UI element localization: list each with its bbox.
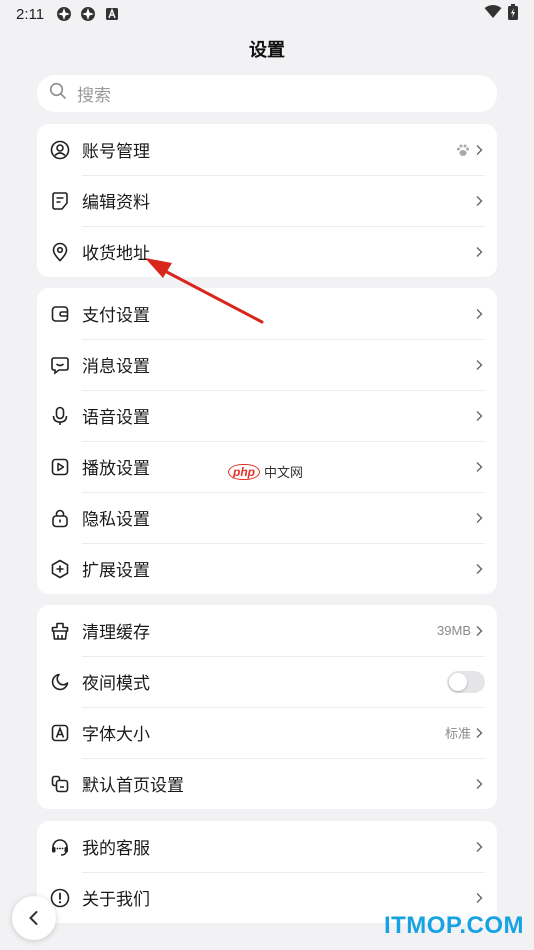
settings-item-privacy[interactable]: 隐私设置 — [37, 492, 497, 543]
settings-item-label: 编辑资料 — [82, 193, 150, 213]
cache-size-value: 39MB — [437, 623, 471, 638]
chevron-right-icon — [476, 892, 483, 903]
settings-item-default-home[interactable]: 默认首页设置 — [37, 758, 497, 809]
chevron-right-icon — [476, 778, 483, 789]
moon-icon — [49, 671, 71, 693]
settings-item-voice[interactable]: 语音设置 — [37, 390, 497, 441]
settings-item-night-mode[interactable]: 夜间模式 — [37, 656, 497, 707]
settings-item-label: 默认首页设置 — [82, 776, 184, 796]
page-title: 设置 — [249, 40, 285, 61]
settings-item-label: 夜间模式 — [82, 674, 150, 694]
chevron-left-icon — [29, 911, 38, 925]
battery-charging-icon — [508, 4, 518, 24]
user-circle-icon — [49, 139, 71, 161]
php-badge: php — [228, 463, 260, 480]
settings-item-label: 语音设置 — [82, 408, 150, 428]
settings-item-label: 支付设置 — [82, 306, 150, 326]
preferences-section: 支付设置 消息设置 语音设置 播放设置 隐私设置 扩展设置 — [37, 288, 497, 594]
settings-item-payment[interactable]: 支付设置 — [37, 288, 497, 339]
a-icon — [104, 6, 120, 22]
chevron-right-icon — [476, 359, 483, 370]
settings-item-account[interactable]: 账号管理 — [37, 124, 497, 175]
status-bar: 2:11 — [0, 0, 534, 28]
edit-note-icon — [49, 190, 71, 212]
wifi-icon — [484, 5, 502, 23]
settings-item-label: 清理缓存 — [82, 623, 150, 643]
plus-hexagon-icon — [49, 558, 71, 580]
message-icon — [49, 354, 71, 376]
settings-item-font-size[interactable]: 字体大小 标准 — [37, 707, 497, 758]
settings-item-customer-service[interactable]: 我的客服 — [37, 821, 497, 872]
settings-item-label: 字体大小 — [82, 725, 150, 745]
chevron-right-icon — [476, 841, 483, 852]
site-watermark: ITMOP.COM — [383, 912, 524, 939]
settings-item-extensions[interactable]: 扩展设置 — [37, 543, 497, 594]
microphone-icon — [49, 405, 71, 427]
settings-item-label: 扩展设置 — [82, 561, 150, 581]
support-section: 我的客服 关于我们 — [37, 821, 497, 923]
settings-item-edit-profile[interactable]: 编辑资料 — [37, 175, 497, 226]
app-icon — [56, 6, 72, 22]
font-size-icon — [49, 722, 71, 744]
account-section: 账号管理 编辑资料 收货地址 — [37, 124, 497, 277]
settings-item-label: 账号管理 — [82, 142, 150, 162]
back-button[interactable] — [12, 896, 56, 940]
broom-icon — [49, 620, 71, 642]
search-placeholder: 搜索 — [77, 86, 111, 106]
settings-item-address[interactable]: 收货地址 — [37, 226, 497, 277]
general-section: 清理缓存 39MB 夜间模式 字体大小 标准 默认首页设置 — [37, 605, 497, 809]
settings-item-label: 收货地址 — [82, 244, 150, 264]
settings-item-label: 隐私设置 — [82, 510, 150, 530]
chevron-right-icon — [476, 563, 483, 574]
search-input[interactable]: 搜索 — [37, 75, 497, 112]
search-icon — [49, 82, 67, 105]
php-watermark: php 中文网 — [228, 462, 303, 481]
chevron-right-icon — [476, 144, 483, 155]
toggle-knob — [449, 672, 467, 691]
chevron-right-icon — [476, 625, 483, 636]
chevron-right-icon — [476, 246, 483, 257]
lock-icon — [49, 507, 71, 529]
chevron-right-icon — [476, 410, 483, 421]
chevron-right-icon — [476, 308, 483, 319]
app-icon — [80, 6, 96, 22]
night-mode-toggle[interactable] — [447, 670, 485, 693]
wallet-icon — [49, 303, 71, 325]
php-watermark-text: 中文网 — [264, 466, 304, 481]
chevron-right-icon — [476, 727, 483, 738]
chevron-right-icon — [476, 195, 483, 206]
settings-item-label: 我的客服 — [82, 839, 150, 859]
chevron-right-icon — [476, 461, 483, 472]
location-pin-icon — [49, 241, 71, 263]
settings-item-label: 消息设置 — [82, 357, 150, 377]
headset-icon — [49, 836, 71, 858]
play-icon — [49, 456, 71, 478]
settings-item-label: 播放设置 — [82, 459, 150, 479]
home-layout-icon — [49, 773, 71, 795]
settings-item-clear-cache[interactable]: 清理缓存 39MB — [37, 605, 497, 656]
settings-item-message[interactable]: 消息设置 — [37, 339, 497, 390]
settings-item-label: 关于我们 — [82, 890, 150, 910]
font-size-value: 标准 — [444, 726, 471, 741]
status-time: 2:11 — [16, 5, 45, 23]
paw-icon — [455, 142, 471, 158]
chevron-right-icon — [476, 512, 483, 523]
